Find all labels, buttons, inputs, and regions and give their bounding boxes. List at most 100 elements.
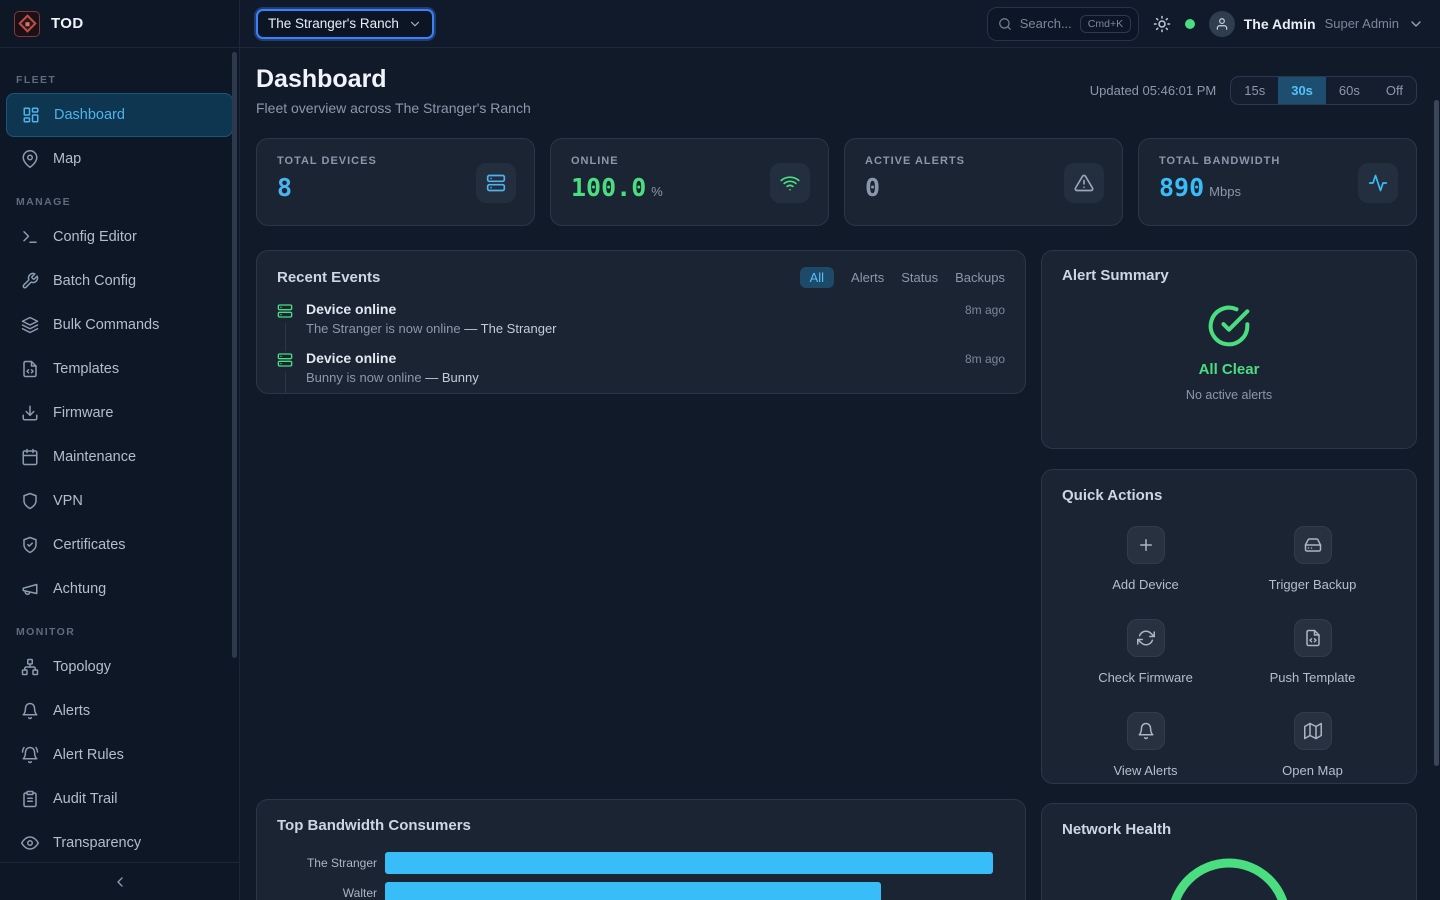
updated-timestamp: Updated 05:46:01 PM bbox=[1090, 83, 1216, 98]
download-icon bbox=[21, 404, 39, 422]
file-code-icon bbox=[21, 360, 39, 378]
sidebar-item-label: Config Editor bbox=[53, 229, 137, 245]
avatar bbox=[1209, 11, 1235, 37]
quick-action-add-device[interactable]: Add Device bbox=[1062, 526, 1229, 592]
quick-action-trigger-backup[interactable]: Trigger Backup bbox=[1229, 526, 1396, 592]
event-title: Device online bbox=[306, 301, 396, 317]
bandwidth-track bbox=[385, 882, 1005, 900]
alert-summary-title: Alert Summary bbox=[1062, 267, 1396, 284]
stat-value: 0 bbox=[865, 173, 880, 202]
sidebar-item-transparency[interactable]: Transparency bbox=[6, 821, 233, 862]
chevron-left-icon bbox=[112, 874, 128, 890]
bandwidth-device-label: Walter bbox=[277, 886, 385, 900]
sidebar-item-label: Batch Config bbox=[53, 273, 136, 289]
refresh-option-15s[interactable]: 15s bbox=[1231, 77, 1278, 104]
bell-icon bbox=[21, 702, 39, 720]
sidebar-item-audit-trail[interactable]: Audit Trail bbox=[6, 777, 233, 821]
site-selector[interactable]: The Stranger's Ranch bbox=[256, 9, 434, 39]
user-role: Super Admin bbox=[1325, 16, 1399, 31]
plus-icon bbox=[1127, 526, 1165, 564]
sidebar-item-achtung[interactable]: Achtung bbox=[6, 567, 233, 611]
sidebar-item-alert-rules[interactable]: Alert Rules bbox=[6, 733, 233, 777]
quick-actions-grid: Add Device Trigger Backup Check Firmware Pu… bbox=[1062, 526, 1396, 778]
app-logo: TOD bbox=[0, 0, 239, 48]
sidebar-item-batch-config[interactable]: Batch Config bbox=[6, 259, 233, 303]
chevron-down-icon bbox=[1408, 16, 1424, 32]
event-device: — Bunny bbox=[425, 370, 478, 385]
recent-events-panel: Recent Events AllAlertsStatusBackups Dev… bbox=[256, 250, 1026, 394]
stat-card-active-alerts: ACTIVE ALERTS0 bbox=[844, 138, 1123, 226]
bandwidth-device-label: The Stranger bbox=[277, 856, 385, 870]
quick-action-check-firmware[interactable]: Check Firmware bbox=[1062, 619, 1229, 685]
network-health-panel: Network Health 100 bbox=[1041, 803, 1417, 900]
sidebar-item-certificates[interactable]: Certificates bbox=[6, 523, 233, 567]
sidebar-item-label: Topology bbox=[53, 659, 111, 675]
refresh-option-off[interactable]: Off bbox=[1373, 77, 1416, 104]
alert-summary-detail: No active alerts bbox=[1062, 388, 1396, 402]
timeline-connector bbox=[285, 372, 286, 394]
quick-action-label: Open Map bbox=[1282, 763, 1343, 778]
page-title: Dashboard bbox=[256, 65, 531, 94]
alert-triangle-icon bbox=[1064, 163, 1104, 203]
sidebar-item-bulk-commands[interactable]: Bulk Commands bbox=[6, 303, 233, 347]
sidebar-item-vpn[interactable]: VPN bbox=[6, 479, 233, 523]
quick-action-view-alerts[interactable]: View Alerts bbox=[1062, 712, 1229, 778]
sidebar-scrollbar[interactable] bbox=[232, 52, 237, 658]
sidebar-item-map[interactable]: Map bbox=[6, 137, 233, 181]
server-icon bbox=[476, 163, 516, 203]
sidebar-item-alerts[interactable]: Alerts bbox=[6, 689, 233, 733]
dashboard-icon bbox=[22, 106, 40, 124]
sidebar-item-dashboard[interactable]: Dashboard bbox=[6, 93, 233, 137]
sidebar-item-label: Firmware bbox=[53, 405, 113, 421]
alert-summary-status: All Clear bbox=[1062, 361, 1396, 378]
sidebar-item-firmware[interactable]: Firmware bbox=[6, 391, 233, 435]
events-filter-backups[interactable]: Backups bbox=[955, 270, 1005, 285]
events-filter-all[interactable]: All bbox=[800, 267, 834, 288]
refresh-option-30s[interactable]: 30s bbox=[1278, 77, 1326, 104]
terminal-icon bbox=[21, 228, 39, 246]
sidebar-item-maintenance[interactable]: Maintenance bbox=[6, 435, 233, 479]
sidebar-collapse-button[interactable] bbox=[0, 862, 239, 900]
stats-row: TOTAL DEVICES8ONLINE100.0%ACTIVE ALERTS0… bbox=[256, 138, 1417, 226]
sidebar-item-config-editor[interactable]: Config Editor bbox=[6, 215, 233, 259]
sidebar-item-topology[interactable]: Topology bbox=[6, 645, 233, 689]
wifi-icon bbox=[770, 163, 810, 203]
bandwidth-title: Top Bandwidth Consumers bbox=[277, 817, 471, 834]
connection-status-dot bbox=[1185, 19, 1195, 29]
theme-toggle-button[interactable] bbox=[1153, 15, 1171, 33]
user-name: The Admin bbox=[1244, 16, 1316, 32]
sidebar-item-label: Templates bbox=[53, 361, 119, 377]
bandwidth-row: Walter bbox=[277, 882, 1005, 900]
quick-action-label: View Alerts bbox=[1113, 763, 1177, 778]
page-subtitle: Fleet overview across The Stranger's Ran… bbox=[256, 100, 531, 116]
sidebar-section-label-manage: MANAGE bbox=[0, 181, 239, 215]
map-pin-icon bbox=[21, 150, 39, 168]
bell-ring-icon bbox=[21, 746, 39, 764]
event-time: 8m ago bbox=[965, 352, 1005, 366]
refresh-option-60s[interactable]: 60s bbox=[1326, 77, 1373, 104]
quick-action-push-template[interactable]: Push Template bbox=[1229, 619, 1396, 685]
server-icon bbox=[277, 352, 293, 368]
events-filter-status[interactable]: Status bbox=[901, 270, 938, 285]
check-circle-icon bbox=[1207, 304, 1251, 348]
quick-action-label: Trigger Backup bbox=[1269, 577, 1357, 592]
user-menu[interactable]: The Admin Super Admin bbox=[1209, 11, 1424, 37]
quick-action-label: Check Firmware bbox=[1098, 670, 1193, 685]
bandwidth-track bbox=[385, 852, 1005, 874]
stat-value: 8 bbox=[277, 173, 292, 202]
bandwidth-row: The Stranger bbox=[277, 852, 1005, 874]
timeline-connector bbox=[285, 323, 286, 351]
sidebar-section-label-monitor: MONITOR bbox=[0, 611, 239, 645]
tod-logo-icon bbox=[14, 11, 40, 37]
sidebar-item-label: Achtung bbox=[53, 581, 106, 597]
sidebar-item-templates[interactable]: Templates bbox=[6, 347, 233, 391]
sidebar-item-label: Map bbox=[53, 151, 81, 167]
alert-summary-panel: Alert Summary All Clear No active alerts bbox=[1041, 250, 1417, 449]
search-input[interactable]: Search... Cmd+K bbox=[987, 7, 1139, 41]
events-filter-alerts[interactable]: Alerts bbox=[851, 270, 884, 285]
main-scrollbar[interactable] bbox=[1434, 100, 1439, 766]
activity-icon bbox=[1358, 163, 1398, 203]
sidebar-item-label: Bulk Commands bbox=[53, 317, 159, 333]
megaphone-icon bbox=[21, 580, 39, 598]
quick-action-open-map[interactable]: Open Map bbox=[1229, 712, 1396, 778]
